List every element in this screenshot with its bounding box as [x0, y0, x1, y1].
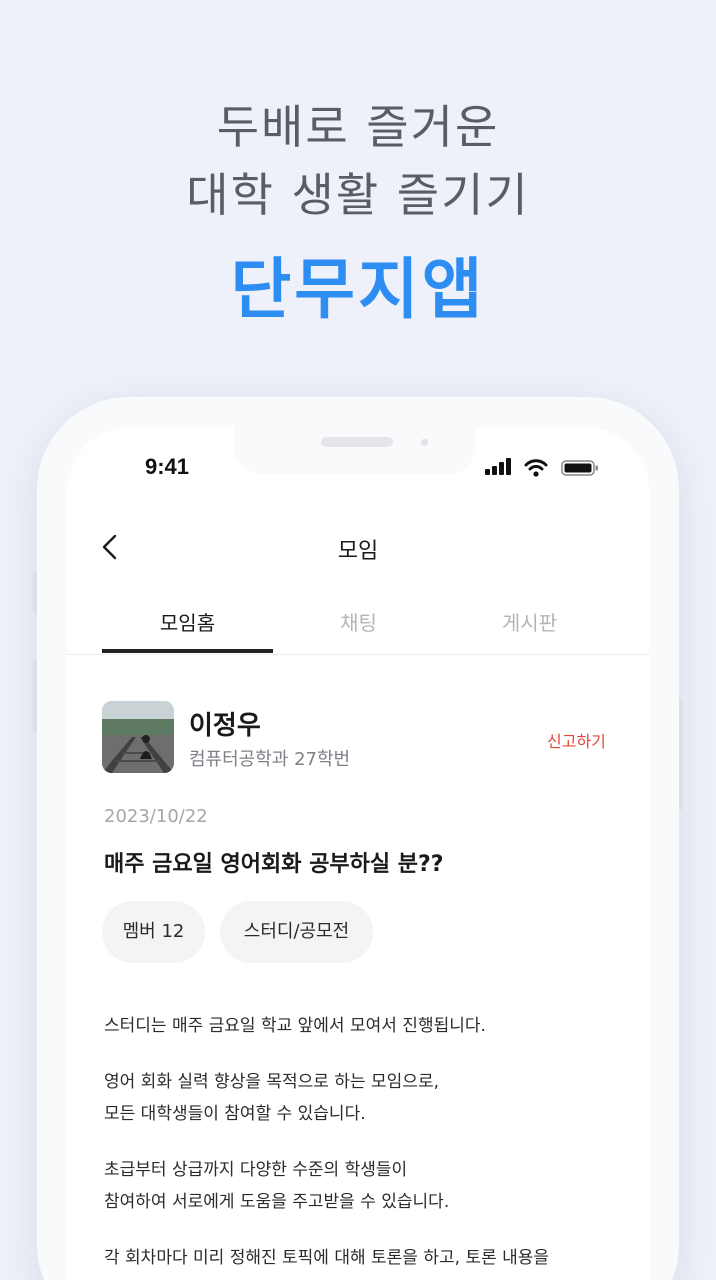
body-line: 초급부터 상급까지 다양한 수준의 학생들이 [104, 1160, 408, 1180]
body-paragraph: 초급부터 상급까지 다양한 수준의 학생들이 참여하여 서로에게 도움을 주고받… [104, 1154, 624, 1218]
front-camera [421, 439, 428, 446]
body-line: 영어 회화 실력 향상을 목적으로 하는 모임으로, [104, 1072, 439, 1092]
body-paragraph: 스터디는 매주 금요일 학교 앞에서 모여서 진행됩니다. [104, 1010, 624, 1042]
brand-name: 단무지앱 [230, 251, 486, 328]
category-chip: 스터디/공모전 [220, 901, 373, 963]
post-date: 2023/10/22 [104, 806, 208, 827]
battery-icon [561, 460, 598, 476]
report-button[interactable]: 신고하기 [547, 728, 606, 752]
app-screen: 9:41 모임 모임홈 채팅 게시판 이정우 컴퓨터공학과 27학번 신고하기 … [67, 427, 649, 1280]
tab-meeting-home[interactable]: 모임홈 [102, 607, 273, 636]
promo-headline-line1: 두배로 즐거운 [216, 100, 500, 154]
body-line: 참여하여 서로에게 도움을 주고받을 수 있습니다. [104, 1192, 450, 1212]
author-name: 이정우 [189, 711, 261, 741]
tab-bar: 모임홈 채팅 게시판 [67, 597, 649, 655]
wifi-icon [524, 459, 548, 477]
post-title: 매주 금요일 영어회화 공부하실 분?? [104, 852, 444, 877]
speaker-grille [321, 437, 393, 447]
body-paragraph: 각 회차마다 미리 정해진 토픽에 대해 토론을 하고, 토론 내용을 [104, 1242, 624, 1274]
avatar[interactable] [102, 701, 174, 773]
author-department: 컴퓨터공학과 27학번 [189, 749, 351, 770]
body-line: 스터디는 매주 금요일 학교 앞에서 모여서 진행됩니다. [104, 1016, 486, 1036]
page-title: 모임 [337, 539, 379, 564]
body-line: 모든 대학생들이 참여할 수 있습니다. [104, 1104, 366, 1124]
signal-icon [485, 457, 515, 479]
tab-board[interactable]: 게시판 [444, 607, 615, 636]
active-tab-indicator [102, 649, 273, 653]
body-line: 각 회차마다 미리 정해진 토픽에 대해 토론을 하고, 토론 내용을 [104, 1248, 550, 1268]
status-time: 9:41 [145, 454, 190, 479]
member-count-chip: 멤버 12 [102, 901, 205, 963]
phone-notch [234, 427, 476, 474]
promo-headline-line2: 대학 생활 즐기기 [186, 168, 530, 222]
post-body: 스터디는 매주 금요일 학교 앞에서 모여서 진행됩니다. 영어 회화 실력 향… [104, 1010, 624, 1280]
tab-chat[interactable]: 채팅 [273, 607, 444, 636]
page: 두배로 즐거운 대학 생활 즐기기 단무지앱 9:41 모임 모임홈 채팅 게시… [0, 0, 716, 1280]
body-paragraph: 영어 회화 실력 향상을 목적으로 하는 모임으로, 모든 대학생들이 참여할 … [104, 1066, 624, 1130]
